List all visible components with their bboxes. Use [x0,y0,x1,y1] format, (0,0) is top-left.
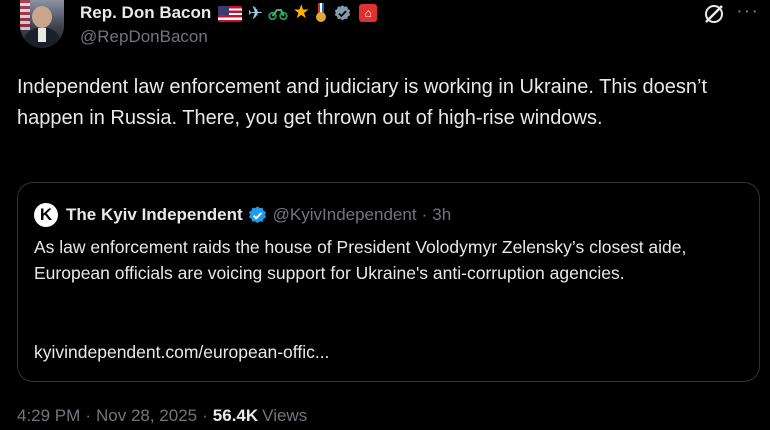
grey-verified-badge-icon[interactable] [333,4,352,23]
airplane-icon: ✈ [247,3,263,23]
us-flag-icon [218,5,243,22]
meta-separator: · [202,406,208,425]
blue-verified-badge-icon[interactable] [247,205,268,226]
quoted-link[interactable]: kyivindependent.com/european-offic... [34,342,329,363]
avatar-face [32,6,52,28]
more-options-icon[interactable]: ··· [736,1,759,21]
tweet-meta: 4:29 PM · Nov 28, 2025 · 56.4K Views [17,406,307,426]
author-handle[interactable]: @RepDonBacon [80,27,208,47]
red-box-icon: ⌂ [359,4,378,22]
views-label: Views [262,406,308,425]
quoted-display-name[interactable]: The Kyiv Independent [66,205,243,225]
author-name-row: Rep. Don Bacon ✈ ★ ⌂ [80,2,378,24]
quoted-tweet[interactable]: K The Kyiv Independent @KyivIndependent … [17,182,760,382]
grok-icon[interactable] [702,2,726,26]
quoted-timestamp[interactable]: 3h [432,205,451,225]
author-display-name[interactable]: Rep. Don Bacon [80,3,211,23]
quoted-handle[interactable]: @KyivIndependent [273,205,417,225]
post-date[interactable]: Nov 28, 2025 [96,406,197,426]
motorcycle-icon [268,3,289,23]
tweet-text: Independent law enforcement and judiciar… [17,76,708,129]
quoted-header: K The Kyiv Independent @KyivIndependent … [34,203,451,227]
avatar-flag-backdrop [20,0,30,30]
tweet-card: Rep. Don Bacon ✈ ★ ⌂ @RepDonBacon ··· In… [0,0,770,430]
kyiv-independent-logo-icon[interactable]: K [34,203,58,227]
author-avatar[interactable] [20,0,64,48]
star-icon: ★ [292,2,310,23]
quoted-separator: · [421,205,428,224]
military-medal-icon [314,3,328,23]
post-time[interactable]: 4:29 PM [17,406,80,426]
avatar-shirt [38,28,46,42]
quoted-text: As law enforcement raids the house of Pr… [34,237,687,283]
meta-separator: · [85,406,91,425]
views-count: 56.4K [212,406,259,425]
